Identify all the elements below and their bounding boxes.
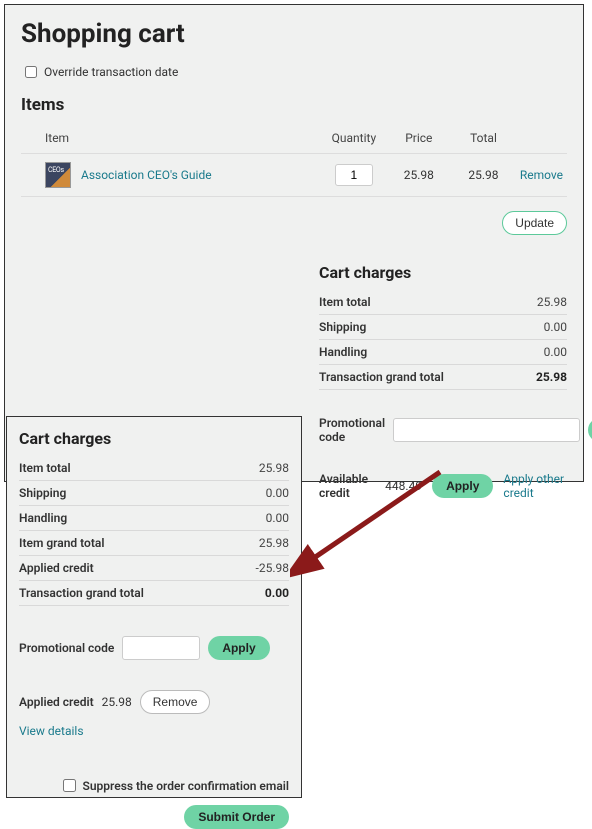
remove-credit-button[interactable]: Remove [140, 690, 211, 714]
cart-charges-box-2: Cart charges Item total25.98 Shipping0.0… [6, 416, 302, 798]
page-title: Shopping cart [21, 19, 567, 49]
shopping-cart-panel: Shopping cart Override transaction date … [4, 4, 584, 482]
remove-link[interactable]: Remove [520, 168, 563, 182]
apply-promo-button[interactable]: Apply [588, 418, 592, 442]
table-row: Association CEO's Guide 25.98 25.98 Remo… [21, 154, 567, 197]
override-date-label: Override transaction date [44, 65, 178, 79]
override-date-row[interactable]: Override transaction date [21, 63, 567, 81]
col-item: Item [21, 125, 321, 154]
override-date-checkbox[interactable] [25, 66, 37, 78]
promo-label-2: Promotional code [19, 641, 114, 655]
suppress-email-checkbox[interactable] [63, 779, 76, 792]
promo-label: Promotional code [319, 416, 385, 444]
view-details-link[interactable]: View details [19, 724, 84, 738]
items-table: Item Quantity Price Total Association CE… [21, 125, 567, 197]
applied-credit-label: Applied credit [19, 695, 94, 709]
cart-charges-box-1: Cart charges Item total25.98 Shipping0.0… [319, 263, 567, 500]
col-price: Price [386, 125, 451, 154]
applied-credit-value: 25.98 [102, 695, 132, 709]
col-total: Total [451, 125, 516, 154]
apply-other-credit-link[interactable]: Apply other credit [503, 472, 567, 500]
charges-heading: Cart charges [319, 263, 567, 282]
quantity-input[interactable] [335, 164, 373, 186]
total-cell: 25.98 [451, 154, 516, 197]
charges-heading-2: Cart charges [19, 429, 289, 448]
apply-credit-button[interactable]: Apply [432, 474, 493, 498]
update-button[interactable]: Update [502, 211, 567, 235]
price-cell: 25.98 [386, 154, 451, 197]
promo-input-2[interactable] [122, 636, 200, 660]
apply-promo-button-2[interactable]: Apply [208, 636, 269, 660]
submit-order-button[interactable]: Submit Order [184, 805, 289, 829]
product-thumbnail [45, 162, 71, 188]
suppress-email-label: Suppress the order confirmation email [83, 779, 289, 793]
available-credit-value: 448.49 [385, 479, 422, 493]
col-qty: Quantity [321, 125, 386, 154]
product-link[interactable]: Association CEO's Guide [81, 168, 212, 182]
items-heading: Items [21, 95, 567, 115]
promo-input[interactable] [393, 418, 580, 442]
available-credit-label: Available credit [319, 472, 375, 500]
